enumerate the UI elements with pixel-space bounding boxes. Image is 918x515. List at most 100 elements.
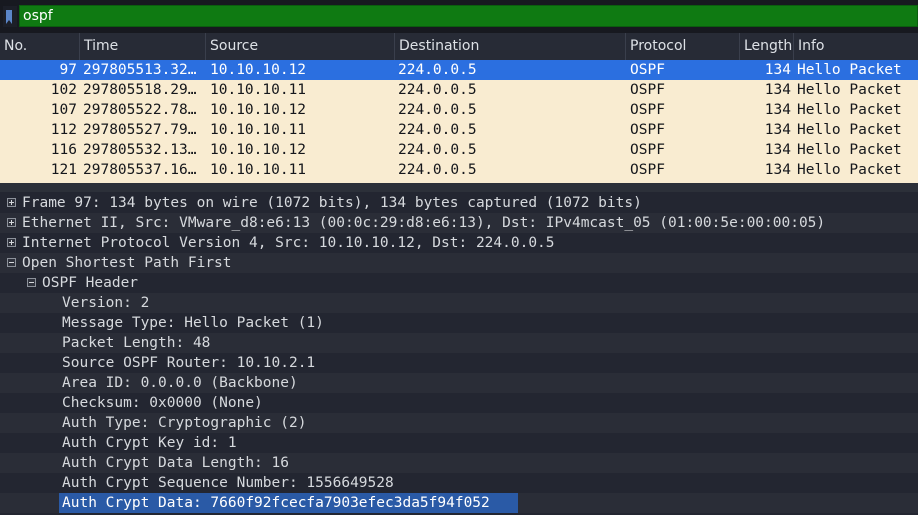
packet-list: No. Time Source Destination Protocol Len… bbox=[0, 33, 918, 183]
packet-rows: 97 297805513.32… 10.10.10.12 224.0.0.5 OSPF 1… bbox=[0, 60, 918, 180]
packet-cell-time: 297805532.13… bbox=[83, 142, 197, 158]
column-header-source[interactable]: Source bbox=[206, 33, 395, 60]
detail-tree-item[interactable]: Auth Type: Cryptographic (2) bbox=[0, 413, 918, 433]
packet-cell-source: 10.10.10.12 bbox=[210, 102, 307, 118]
detail-tree-label: Open Shortest Path First bbox=[22, 255, 232, 271]
detail-tree-item[interactable]: Open Shortest Path First bbox=[0, 253, 918, 273]
detail-tree-item[interactable]: Message Type: Hello Packet (1) bbox=[0, 313, 918, 333]
packet-cell-length: 134 bbox=[764, 142, 791, 158]
detail-tree-item[interactable]: Auth Crypt Key id: 1 bbox=[0, 433, 918, 453]
detail-tree-label: Auth Crypt Data Length: 16 bbox=[62, 455, 289, 471]
packet-cell-no: 116 bbox=[50, 142, 77, 158]
column-header-destination[interactable]: Destination bbox=[395, 33, 626, 60]
expand-icon[interactable] bbox=[7, 218, 16, 227]
detail-tree-item[interactable]: Version: 2 bbox=[0, 293, 918, 313]
packet-cell-length: 134 bbox=[764, 82, 791, 98]
expand-icon[interactable] bbox=[7, 238, 16, 247]
detail-tree-item[interactable]: Source OSPF Router: 10.10.2.1 bbox=[0, 353, 918, 373]
packet-cell-info: Hello Packet bbox=[797, 142, 902, 158]
packet-cell-info: Hello Packet bbox=[797, 62, 902, 78]
detail-tree-label: Message Type: Hello Packet (1) bbox=[62, 315, 324, 331]
detail-tree-label: Source OSPF Router: 10.10.2.1 bbox=[62, 355, 316, 371]
packet-cell-info: Hello Packet bbox=[797, 122, 902, 138]
column-header-no[interactable]: No. bbox=[0, 33, 80, 60]
packet-list-header: No. Time Source Destination Protocol Len… bbox=[0, 33, 918, 60]
packet-row[interactable]: 121 297805537.16… 10.10.10.11 224.0.0.5 OSPF… bbox=[0, 160, 918, 180]
packet-cell-source: 10.10.10.12 bbox=[210, 62, 307, 78]
packet-cell-protocol: OSPF bbox=[630, 122, 665, 138]
packet-cell-length: 134 bbox=[764, 162, 791, 178]
detail-tree-item[interactable]: Ethernet II, Src: VMware_d8:e6:13 (00:0c… bbox=[0, 213, 918, 233]
packet-cell-destination: 224.0.0.5 bbox=[398, 102, 477, 118]
packet-cell-protocol: OSPF bbox=[630, 82, 665, 98]
packet-cell-time: 297805522.78… bbox=[83, 102, 197, 118]
packet-cell-length: 134 bbox=[764, 62, 791, 78]
packet-cell-source: 10.10.10.11 bbox=[210, 122, 307, 138]
packet-row[interactable]: 116 297805532.13… 10.10.10.12 224.0.0.5 OSPF… bbox=[0, 140, 918, 160]
collapse-icon[interactable] bbox=[27, 278, 36, 287]
column-header-time[interactable]: Time bbox=[80, 33, 206, 60]
packet-cell-source: 10.10.10.12 bbox=[210, 142, 307, 158]
display-filter-toolbar: ospf bbox=[0, 0, 918, 33]
packet-row[interactable]: 107 297805522.78… 10.10.10.12 224.0.0.5 OSPF… bbox=[0, 100, 918, 120]
packet-cell-protocol: OSPF bbox=[630, 142, 665, 158]
detail-tree-item[interactable]: Frame 97: 134 bytes on wire (1072 bits),… bbox=[0, 193, 918, 213]
packet-cell-no: 107 bbox=[50, 102, 77, 118]
packet-cell-no: 97 bbox=[59, 62, 77, 78]
packet-cell-destination: 224.0.0.5 bbox=[398, 122, 477, 138]
packet-cell-info: Hello Packet bbox=[797, 102, 902, 118]
packet-cell-protocol: OSPF bbox=[630, 162, 665, 178]
packet-cell-destination: 224.0.0.5 bbox=[398, 82, 477, 98]
column-header-length[interactable]: Length bbox=[740, 33, 794, 60]
detail-tree-item[interactable]: Internet Protocol Version 4, Src: 10.10.… bbox=[0, 233, 918, 253]
packet-cell-time: 297805537.16… bbox=[83, 162, 197, 178]
detail-tree-label: Frame 97: 134 bytes on wire (1072 bits),… bbox=[22, 195, 642, 211]
packet-cell-info: Hello Packet bbox=[797, 82, 902, 98]
packet-cell-time: 297805518.29… bbox=[83, 82, 197, 98]
packet-cell-time: 297805513.32… bbox=[83, 62, 197, 78]
detail-tree-label: Ethernet II, Src: VMware_d8:e6:13 (00:0c… bbox=[22, 215, 826, 231]
packet-cell-no: 121 bbox=[50, 162, 77, 178]
bookmark-icon[interactable] bbox=[3, 6, 17, 27]
detail-tree-label: Internet Protocol Version 4, Src: 10.10.… bbox=[22, 235, 555, 251]
column-header-protocol[interactable]: Protocol bbox=[626, 33, 740, 60]
packet-row[interactable]: 97 297805513.32… 10.10.10.12 224.0.0.5 OSPF 1… bbox=[0, 60, 918, 80]
detail-tree-item[interactable]: Auth Crypt Sequence Number: 1556649528 bbox=[0, 473, 918, 493]
packet-cell-no: 102 bbox=[50, 82, 77, 98]
detail-tree-item[interactable]: Checksum: 0x0000 (None) bbox=[0, 393, 918, 413]
detail-tree-label: OSPF Header bbox=[42, 275, 139, 291]
detail-tree-label: Auth Crypt Data: 7660f92fcecfa7903efec3d… bbox=[59, 493, 518, 513]
packet-row[interactable]: 102 297805518.29… 10.10.10.11 224.0.0.5 OSPF… bbox=[0, 80, 918, 100]
packet-cell-info: Hello Packet bbox=[797, 162, 902, 178]
detail-tree-label: Auth Type: Cryptographic (2) bbox=[62, 415, 307, 431]
detail-tree-label: Packet Length: 48 bbox=[62, 335, 211, 351]
detail-tree-item[interactable]: Auth Crypt Data Length: 16 bbox=[0, 453, 918, 473]
packet-cell-time: 297805527.79… bbox=[83, 122, 197, 138]
packet-cell-protocol: OSPF bbox=[630, 102, 665, 118]
detail-tree-label: Version: 2 bbox=[62, 295, 150, 311]
detail-tree-item[interactable]: Packet Length: 48 bbox=[0, 333, 918, 353]
packet-row[interactable]: 112 297805527.79… 10.10.10.11 224.0.0.5 OSPF… bbox=[0, 120, 918, 140]
packet-cell-destination: 224.0.0.5 bbox=[398, 142, 477, 158]
packet-cell-length: 134 bbox=[764, 122, 791, 138]
collapse-icon[interactable] bbox=[7, 258, 16, 267]
packet-cell-length: 134 bbox=[764, 102, 791, 118]
column-header-info[interactable]: Info bbox=[794, 33, 918, 60]
packet-cell-no: 112 bbox=[50, 122, 77, 138]
packet-cell-destination: 224.0.0.5 bbox=[398, 62, 477, 78]
detail-tree-label: Checksum: 0x0000 (None) bbox=[62, 395, 263, 411]
packet-cell-source: 10.10.10.11 bbox=[210, 162, 307, 178]
packet-details-tree: Frame 97: 134 bytes on wire (1072 bits),… bbox=[0, 192, 918, 515]
detail-tree-item[interactable]: Area ID: 0.0.0.0 (Backbone) bbox=[0, 373, 918, 393]
detail-tree-item[interactable]: OSPF Header bbox=[0, 273, 918, 293]
detail-tree-label: Auth Crypt Sequence Number: 1556649528 bbox=[62, 475, 394, 491]
detail-tree-item[interactable]: Auth Crypt Data: 7660f92fcecfa7903efec3d… bbox=[0, 493, 918, 513]
expand-icon[interactable] bbox=[7, 198, 16, 207]
packet-cell-source: 10.10.10.11 bbox=[210, 82, 307, 98]
pane-splitter[interactable] bbox=[0, 183, 918, 192]
display-filter-input[interactable]: ospf bbox=[19, 5, 918, 27]
detail-tree-label: Area ID: 0.0.0.0 (Backbone) bbox=[62, 375, 298, 391]
packet-cell-protocol: OSPF bbox=[630, 62, 665, 78]
detail-tree-label: Auth Crypt Key id: 1 bbox=[62, 435, 237, 451]
packet-cell-destination: 224.0.0.5 bbox=[398, 162, 477, 178]
